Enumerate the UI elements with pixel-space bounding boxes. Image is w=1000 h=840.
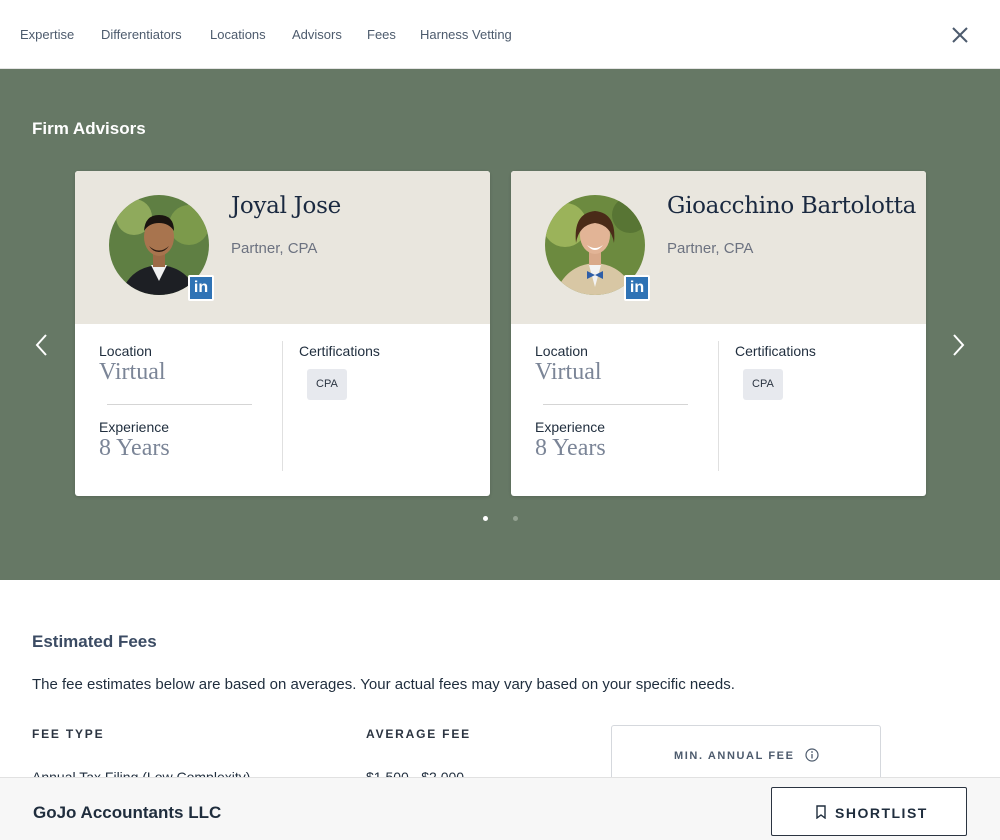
divider (718, 341, 719, 471)
fees-description: The fee estimates below are based on ave… (32, 676, 735, 693)
divider (107, 404, 252, 405)
fees-title: Estimated Fees (32, 632, 157, 651)
carousel-prev-button[interactable] (30, 331, 54, 359)
chevron-right-icon (953, 334, 965, 356)
experience-block: Experience 8 Years (99, 419, 170, 461)
divider (543, 404, 688, 405)
location-block: Location Virtual (535, 343, 720, 385)
linkedin-icon[interactable]: in (624, 275, 650, 301)
sticky-footer: GoJo Accountants LLC SHORTLIST (0, 777, 1000, 840)
advisor-card-header: in Gioacchino Bartolotta Partner, CPA (511, 171, 926, 324)
shortlist-label: SHORTLIST (835, 805, 928, 821)
tab-expertise[interactable]: Expertise (20, 27, 74, 42)
divider (282, 341, 283, 471)
location-value: Virtual (535, 359, 602, 385)
experience-block: Experience 8 Years (535, 419, 606, 461)
column-header-average-fee: AVERAGE FEE (366, 727, 471, 741)
experience-label: Experience (535, 419, 606, 435)
tab-advisors[interactable]: Advisors (292, 27, 342, 42)
info-icon[interactable] (805, 748, 819, 762)
location-value: Virtual (99, 359, 166, 385)
min-annual-fee-label: MIN. ANNUAL FEE (674, 750, 795, 762)
certifications-label: Certifications (299, 343, 380, 359)
experience-value: 8 Years (99, 435, 170, 461)
advisors-section: Firm Advisors in Joyal Jose Partner, CPA… (0, 69, 1000, 580)
certifications-block: Certifications CPA (299, 343, 380, 400)
carousel-next-button[interactable] (946, 331, 970, 359)
experience-value: 8 Years (535, 435, 606, 461)
certifications-block: Certifications CPA (735, 343, 816, 400)
advisor-card: in Gioacchino Bartolotta Partner, CPA Lo… (511, 171, 926, 496)
close-button[interactable] (946, 21, 974, 49)
tab-fees[interactable]: Fees (367, 27, 396, 42)
column-header-fee-type: FEE TYPE (32, 727, 105, 741)
location-label: Location (99, 343, 152, 359)
advisor-name: Gioacchino Bartolotta (667, 193, 916, 219)
advisor-card: in Joyal Jose Partner, CPA Location Virt… (75, 171, 490, 496)
tab-harness-vetting[interactable]: Harness Vetting (420, 27, 512, 42)
shortlist-button[interactable]: SHORTLIST (771, 787, 967, 836)
advisor-role: Partner, CPA (231, 240, 318, 257)
certifications-label: Certifications (735, 343, 816, 359)
location-label: Location (535, 343, 588, 359)
location-block: Location Virtual (99, 343, 284, 385)
bookmark-icon (816, 805, 826, 819)
pagination-dot[interactable] (513, 516, 518, 521)
pagination-dot-active[interactable] (483, 516, 488, 521)
experience-label: Experience (99, 419, 170, 435)
advisor-card-header: in Joyal Jose Partner, CPA (75, 171, 490, 324)
firm-name: GoJo Accountants LLC (33, 803, 222, 822)
linkedin-icon[interactable]: in (188, 275, 214, 301)
section-title: Firm Advisors (32, 119, 146, 138)
certification-chip: CPA (307, 369, 347, 400)
tab-locations[interactable]: Locations (210, 27, 266, 42)
advisor-role: Partner, CPA (667, 240, 754, 257)
section-nav: Expertise Differentiators Locations Advi… (0, 0, 1000, 69)
close-icon (952, 27, 968, 43)
tab-differentiators[interactable]: Differentiators (101, 27, 182, 42)
advisor-name: Joyal Jose (231, 193, 341, 219)
certification-chip: CPA (743, 369, 783, 400)
chevron-left-icon (35, 334, 47, 356)
